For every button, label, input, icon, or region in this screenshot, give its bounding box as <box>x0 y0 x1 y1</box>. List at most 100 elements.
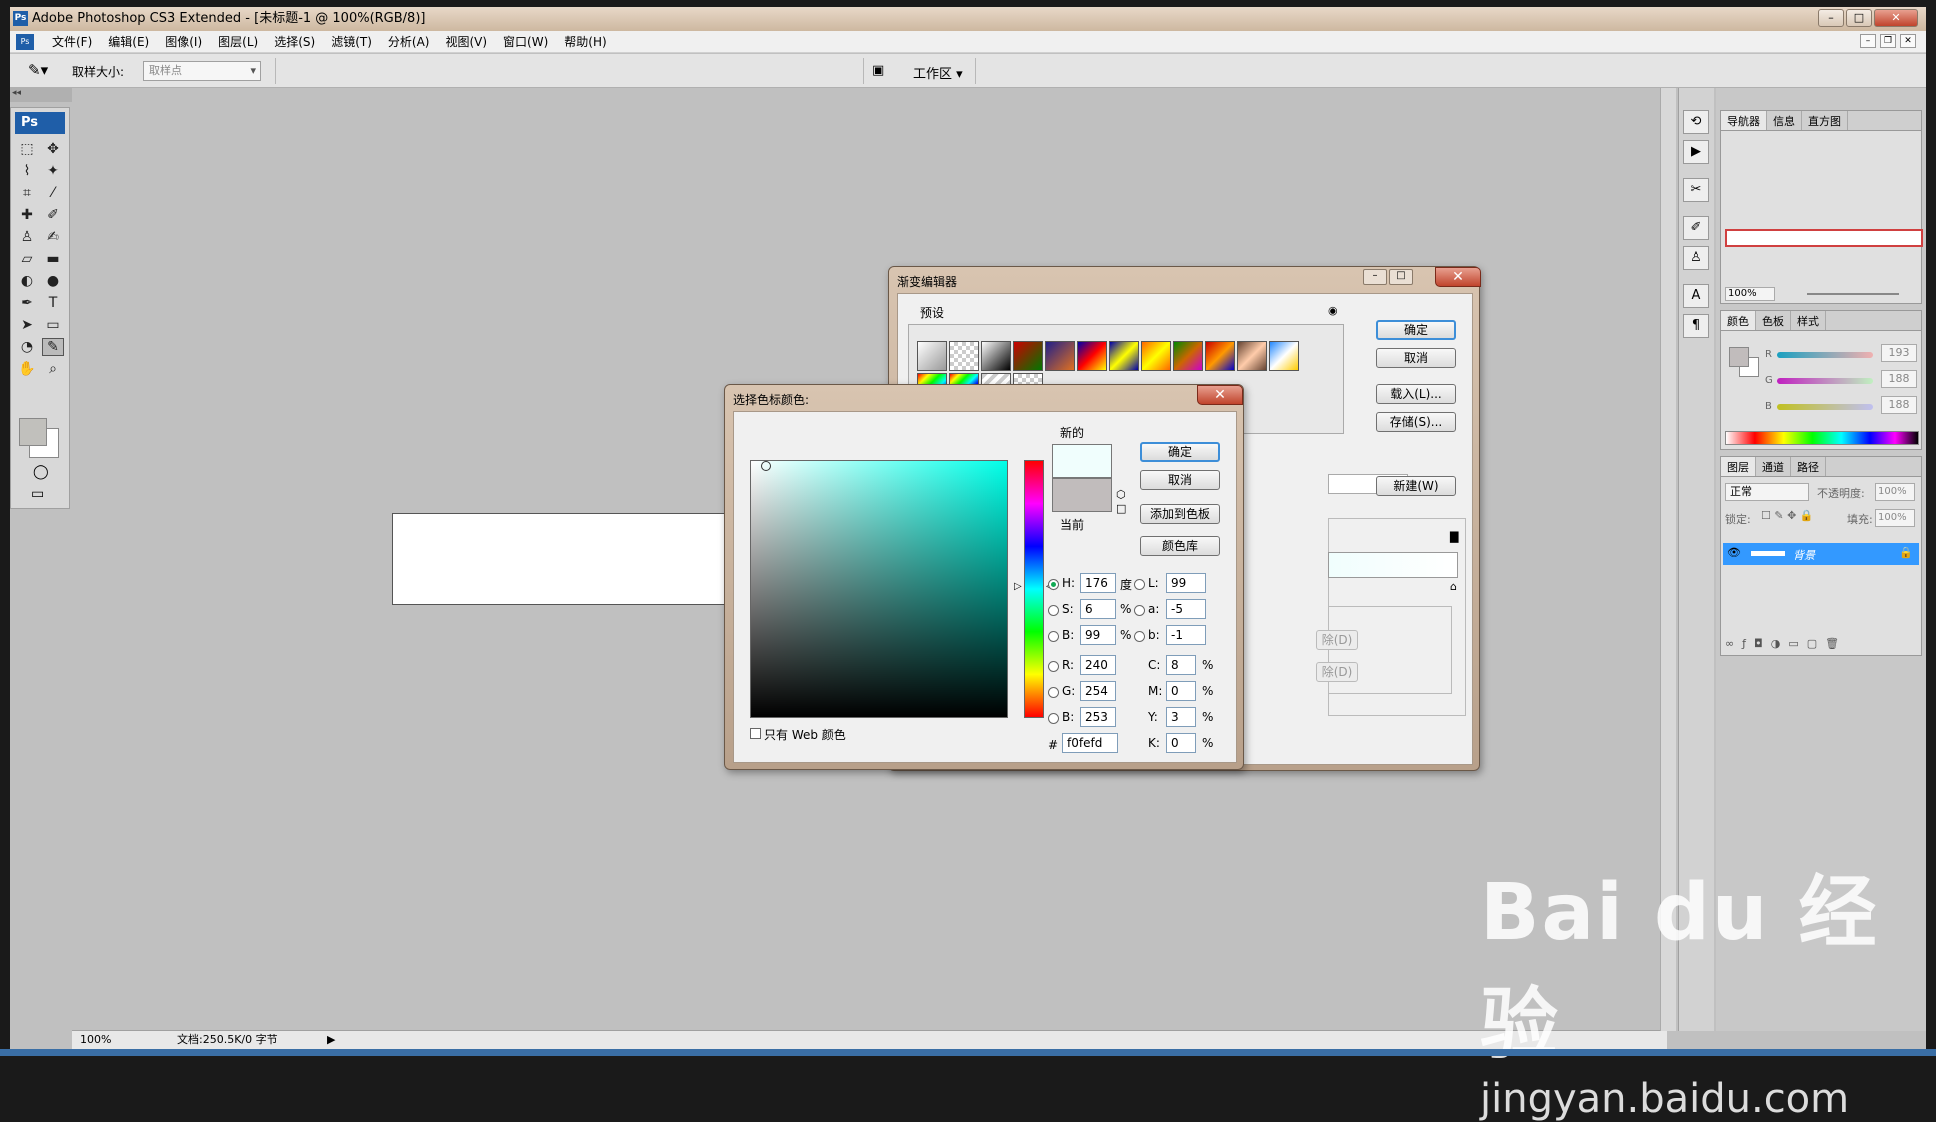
radio-g[interactable] <box>1048 687 1059 698</box>
brushes-icon[interactable]: ✐ <box>1683 216 1709 240</box>
color-libraries-button[interactable]: 颜色库 <box>1140 536 1220 556</box>
menu-edit[interactable]: 编辑(E) <box>100 33 157 50</box>
k-input[interactable]: 0 <box>1166 733 1196 753</box>
stamp-icon[interactable]: ♙ <box>16 229 38 245</box>
color-stop-icon[interactable]: ⌂ <box>1450 580 1457 593</box>
magic-wand-icon[interactable]: ✦ <box>42 163 64 179</box>
tab-color[interactable]: 颜色 <box>1721 311 1756 330</box>
h-input[interactable]: 176 <box>1080 573 1116 593</box>
paragraph-icon[interactable]: ¶ <box>1683 314 1709 338</box>
type-icon[interactable]: T <box>42 295 64 311</box>
doc-close-icon[interactable]: ✕ <box>1900 34 1916 48</box>
tab-styles[interactable]: 样式 <box>1791 311 1826 330</box>
brush-icon[interactable]: ✐ <box>42 207 64 223</box>
gradient-cancel-button[interactable]: 取消 <box>1376 348 1456 368</box>
close-button[interactable]: ✕ <box>1874 9 1918 27</box>
status-menu-arrow-icon[interactable]: ▶ <box>327 1031 335 1049</box>
eraser-icon[interactable]: ▱ <box>16 251 38 267</box>
c-input[interactable]: 8 <box>1166 655 1196 675</box>
navigator-zoom-field[interactable]: 100% <box>1725 287 1775 301</box>
maximize-button[interactable]: □ <box>1846 9 1872 27</box>
zoom-level[interactable]: 100% <box>80 1031 111 1049</box>
tab-swatches[interactable]: 色板 <box>1756 311 1791 330</box>
channel-b-slider[interactable] <box>1777 404 1873 410</box>
tab-paths[interactable]: 路径 <box>1791 457 1826 476</box>
preset-swatch[interactable] <box>1109 341 1139 371</box>
gradient-editor-max-icon[interactable]: □ <box>1389 269 1413 285</box>
document-canvas[interactable] <box>392 513 732 605</box>
eye-icon[interactable]: 👁 <box>1727 546 1741 559</box>
layer-footer-icons[interactable]: ∞ƒ◘◑▭▢🗑 <box>1725 637 1847 650</box>
history-icon[interactable]: ⟲ <box>1683 110 1709 134</box>
pen-icon[interactable]: ✒ <box>16 295 38 311</box>
gradient-editor-close-button[interactable]: ✕ <box>1435 267 1481 287</box>
picker-cancel-button[interactable]: 取消 <box>1140 470 1220 490</box>
color-field-cursor[interactable] <box>761 461 771 471</box>
layer-row-background[interactable]: 👁 背景 🔒 <box>1723 543 1919 565</box>
gamut-warning-icon[interactable]: ⬡ <box>1116 488 1126 501</box>
gradient-icon[interactable]: ▬ <box>42 251 64 267</box>
channel-r-slider[interactable] <box>1777 352 1873 358</box>
preset-swatch[interactable] <box>917 341 947 371</box>
hex-input[interactable]: f0fefd <box>1062 733 1118 753</box>
character-icon[interactable]: A <box>1683 284 1709 308</box>
radio-lab-b[interactable] <box>1134 631 1145 642</box>
s-input[interactable]: 6 <box>1080 599 1116 619</box>
zoom-icon[interactable]: ⌕ <box>42 361 64 377</box>
radio-h[interactable] <box>1048 579 1059 590</box>
radio-brightness[interactable] <box>1048 631 1059 642</box>
workspace-menu[interactable]: 工作区 ▾ <box>913 63 963 82</box>
toolbox-collapse-strip[interactable]: ◂◂ <box>10 88 72 102</box>
notes-icon[interactable]: ◔ <box>16 339 38 355</box>
radio-l[interactable] <box>1134 579 1145 590</box>
crop-icon[interactable]: ⌗ <box>16 185 38 201</box>
opacity-field[interactable]: 100% <box>1875 483 1915 501</box>
tool-presets-icon[interactable]: ✂ <box>1683 178 1709 202</box>
gradient-editor-min-icon[interactable]: – <box>1363 269 1387 285</box>
preset-swatch[interactable] <box>1045 341 1075 371</box>
hue-arrow-left-icon[interactable]: ▷ <box>1014 581 1022 592</box>
layer-name[interactable]: 背景 <box>1793 547 1815 563</box>
menu-layer[interactable]: 图层(L) <box>210 33 266 50</box>
gradient-bar[interactable] <box>1328 552 1458 578</box>
preset-swatch[interactable] <box>1173 341 1203 371</box>
healing-icon[interactable]: ✚ <box>16 207 38 223</box>
channel-b-value[interactable]: 188 <box>1881 396 1917 414</box>
gradient-save-button[interactable]: 存储(S)... <box>1376 412 1456 432</box>
menu-view[interactable]: 视图(V) <box>437 33 495 50</box>
picker-ok-button[interactable]: 确定 <box>1140 442 1220 462</box>
color-field[interactable] <box>750 460 1008 718</box>
sample-size-select[interactable]: 取样点 <box>143 61 261 81</box>
eyedropper-tool-icon[interactable]: ✎▾ <box>28 61 56 81</box>
l-input[interactable]: 99 <box>1166 573 1206 593</box>
radio-a[interactable] <box>1134 605 1145 616</box>
channel-r-value[interactable]: 193 <box>1881 344 1917 362</box>
lock-icons[interactable]: ☐ ✎ ✥ 🔒 <box>1761 509 1813 522</box>
menu-select[interactable]: 选择(S) <box>266 33 323 50</box>
tab-channels[interactable]: 通道 <box>1756 457 1791 476</box>
delete-color-stop-button[interactable]: 除(D) <box>1316 662 1358 682</box>
quick-mask-icon[interactable]: ◯ <box>33 464 49 480</box>
preset-swatch[interactable] <box>1141 341 1171 371</box>
radio-s[interactable] <box>1048 605 1059 616</box>
menu-filter[interactable]: 滤镜(T) <box>323 33 380 50</box>
screen-mode-icon[interactable]: ▭ <box>31 486 44 502</box>
brightness-input[interactable]: 99 <box>1080 625 1116 645</box>
history-brush-icon[interactable]: ✍ <box>42 229 64 245</box>
clone-source-icon[interactable]: ♙ <box>1683 246 1709 270</box>
menu-help[interactable]: 帮助(H) <box>556 33 614 50</box>
tab-navigator[interactable]: 导航器 <box>1721 111 1767 130</box>
menu-image[interactable]: 图像(I) <box>157 33 210 50</box>
blur-icon[interactable]: ◐ <box>16 273 38 289</box>
slice-icon[interactable]: ⁄ <box>42 185 64 201</box>
blend-mode-select[interactable]: 正常 <box>1725 483 1809 501</box>
lab-b-input[interactable]: -1 <box>1166 625 1206 645</box>
move-icon[interactable]: ✥ <box>42 141 64 157</box>
web-only-checkbox[interactable] <box>750 728 761 739</box>
radio-b[interactable] <box>1048 713 1059 724</box>
doc-restore-icon[interactable]: ❐ <box>1880 34 1896 48</box>
preset-swatch[interactable] <box>1077 341 1107 371</box>
marquee-icon[interactable]: ⬚ <box>16 141 38 157</box>
radio-r[interactable] <box>1048 661 1059 672</box>
channel-g-value[interactable]: 188 <box>1881 370 1917 388</box>
